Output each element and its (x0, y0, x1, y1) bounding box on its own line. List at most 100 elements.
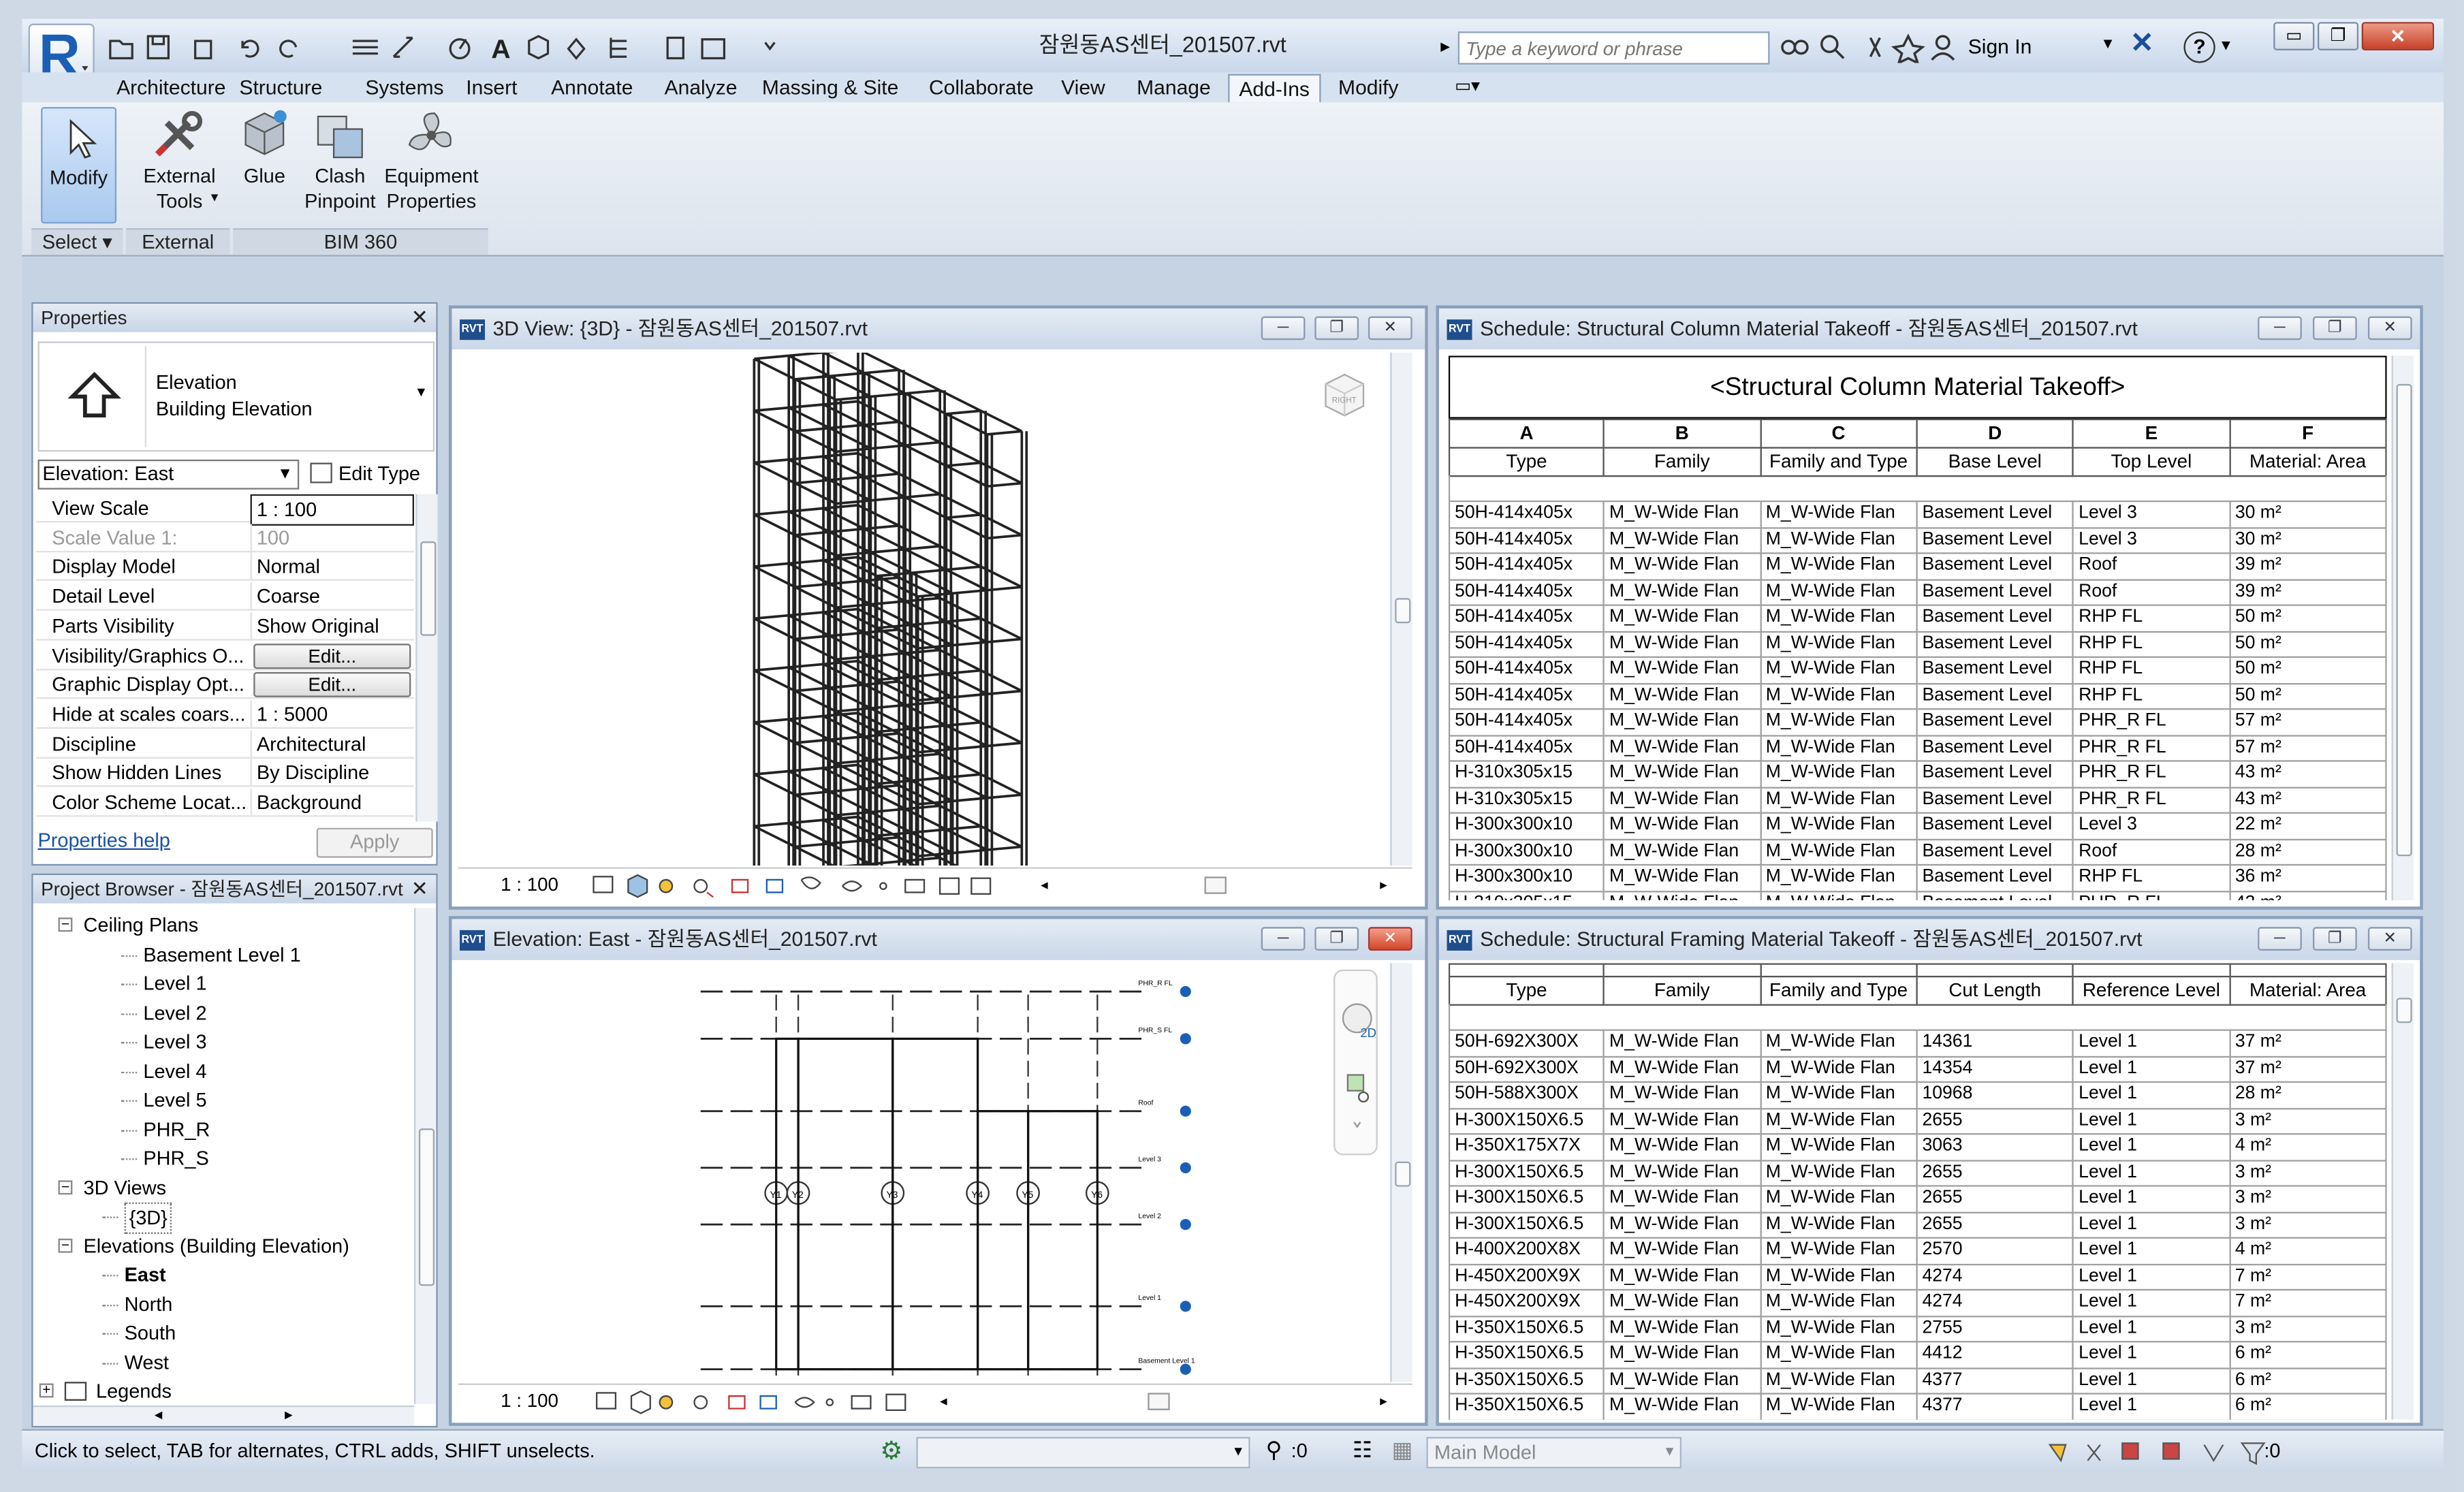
browser-hscrollbar[interactable]: ◂ ▸ (33, 1405, 415, 1426)
table-row[interactable]: H-350X150X6.5 M_W-Wide Flan M_W-Wide Flan 2… (1448, 1315, 2387, 1343)
table-row[interactable]: 50H-414x405x M_W-Wide Flan M_W-Wide Flan Ba… (1448, 526, 2387, 554)
elevation-restore-button[interactable]: ❐ (1314, 927, 1359, 951)
property-value[interactable]: Normal (250, 553, 414, 582)
table-cell[interactable]: 50H-414x405x (1448, 500, 1605, 528)
table-cell[interactable]: Basement Level (1916, 630, 2074, 658)
table-cell[interactable]: M_W-Wide Flan (1759, 1185, 1918, 1213)
table-row[interactable]: H-300X150X6.5 M_W-Wide Flan M_W-Wide Flan 2… (1448, 1107, 2387, 1135)
property-edit-button[interactable]: Edit... (253, 643, 411, 669)
table-row[interactable]: H-300x300x10 M_W-Wide Flan M_W-Wide Flan Ba… (1448, 838, 2387, 866)
elevation-control-icons[interactable] (594, 1390, 956, 1415)
tab-insert[interactable]: Insert (456, 74, 526, 103)
table-cell[interactable]: H-300x300x10 (1448, 812, 1605, 840)
table-cell[interactable]: M_W-Wide Flan (1602, 1081, 1761, 1109)
table-cell[interactable]: PHR_R FL (2072, 786, 2230, 814)
table-cell[interactable]: M_W-Wide Flan (1759, 786, 1918, 814)
column-header[interactable]: Family and Type (1759, 975, 1918, 1006)
view-cube[interactable]: RIGHT (1321, 371, 1368, 418)
table-cell[interactable]: 50H-414x405x (1448, 734, 1605, 762)
table-cell[interactable]: PHR_R FL (2072, 708, 2230, 736)
table-cell[interactable]: H-450X200X9X (1448, 1263, 1605, 1291)
table-cell[interactable]: M_W-Wide Flan (1602, 863, 1761, 892)
table-cell[interactable]: H-300X150X6.5 (1448, 1211, 1605, 1239)
table-cell[interactable]: M_W-Wide Flan (1602, 1029, 1761, 1057)
table-cell[interactable]: M_W-Wide Flan (1602, 1133, 1761, 1161)
table-cell[interactable]: Basement Level (1916, 838, 2074, 866)
properties-help-link[interactable]: Properties help (37, 829, 170, 851)
table-cell[interactable]: M_W-Wide Flan (1759, 1029, 1918, 1057)
property-edit-button[interactable]: Edit... (253, 672, 411, 698)
property-row[interactable]: Color Scheme Locat... Background (36, 788, 415, 817)
table-cell[interactable]: H-310x305x15 (1448, 760, 1605, 788)
table-cell[interactable]: Level 1 (2072, 1341, 2230, 1369)
table-cell[interactable]: M_W-Wide Flan (1759, 1081, 1918, 1109)
table-cell[interactable]: Level 3 (2072, 812, 2230, 840)
table-cell[interactable]: Level 1 (2072, 1211, 2230, 1239)
view-3d-restore-button[interactable]: ❐ (1314, 316, 1359, 340)
table-cell[interactable]: 2655 (1916, 1159, 2074, 1187)
column-schedule-body[interactable]: <Structural Column Material Takeoff> ABC… (1448, 355, 2387, 901)
instance-selector[interactable]: Elevation: East ▼ (37, 459, 300, 490)
table-cell[interactable]: M_W-Wide Flan (1759, 526, 1918, 554)
table-cell[interactable]: M_W-Wide Flan (1759, 708, 1918, 736)
table-cell[interactable]: 28 m² (2228, 1081, 2387, 1109)
elevation-close-button[interactable]: ✕ (1368, 927, 1412, 951)
table-cell[interactable]: Level 1 (2072, 1107, 2230, 1135)
property-row[interactable]: Discipline Architectural (36, 729, 415, 759)
table-cell[interactable]: M_W-Wide Flan (1759, 1288, 1918, 1317)
column-header[interactable]: Reference Level (2072, 975, 2230, 1006)
table-cell[interactable]: H-350X150X6.5 (1448, 1341, 1605, 1369)
column-header[interactable]: Material: Area (2228, 975, 2387, 1006)
table-cell[interactable]: 7 m² (2228, 1288, 2387, 1317)
table-cell[interactable]: M_W-Wide Flan (1602, 656, 1761, 684)
sign-in-dropdown-icon[interactable]: ▾ (2104, 33, 2113, 54)
table-cell[interactable]: 50H-692X300X (1448, 1029, 1605, 1057)
table-row[interactable]: 50H-414x405x M_W-Wide Flan M_W-Wide Flan Ba… (1448, 708, 2387, 736)
property-value[interactable]: Background (250, 788, 414, 817)
table-cell[interactable]: 57 m² (2228, 708, 2387, 736)
table-cell[interactable]: 57 m² (2228, 734, 2387, 762)
worksets-icon[interactable]: ⚙ (880, 1435, 902, 1467)
modify-button[interactable]: Modify (41, 107, 117, 224)
table-row[interactable]: 50H-588X300X M_W-Wide Flan M_W-Wide Flan 10… (1448, 1081, 2387, 1109)
restore-app-button[interactable]: ❐ (2317, 22, 2359, 50)
table-cell[interactable]: M_W-Wide Flan (1759, 838, 1918, 866)
level-head-icon[interactable] (1180, 1033, 1191, 1045)
ribbon-minimize-icon[interactable]: ▭▾ (1455, 76, 1480, 96)
table-row[interactable]: H-300X150X6.5 M_W-Wide Flan M_W-Wide Flan 2… (1448, 1185, 2387, 1213)
table-cell[interactable]: PHR_R FL (2072, 734, 2230, 762)
table-cell[interactable]: 2755 (1916, 1315, 2074, 1343)
table-cell[interactable]: H-350X150X6.5 (1448, 1315, 1605, 1343)
table-cell[interactable]: 2655 (1916, 1211, 2074, 1239)
property-row[interactable]: Show Hidden Lines By Discipline (36, 759, 415, 788)
table-cell[interactable]: M_W-Wide Flan (1602, 526, 1761, 554)
level-head-icon[interactable] (1180, 1105, 1191, 1117)
table-cell[interactable]: Basement Level (1916, 604, 2074, 632)
browser-scrollbar[interactable] (414, 908, 437, 1404)
elevation-canvas[interactable]: PHR_R FL PHR_S FL Roof Level 3 Level 2 Level … (458, 963, 1391, 1382)
view-3d-vscrollbar[interactable] (1390, 352, 1412, 866)
property-value[interactable]: Coarse (250, 582, 414, 611)
table-cell[interactable]: 43 m² (2228, 786, 2387, 814)
search-input[interactable] (1459, 33, 1759, 63)
table-cell[interactable]: M_W-Wide Flan (1759, 1159, 1918, 1187)
tab-massing-site[interactable]: Massing & Site (753, 74, 908, 103)
property-row[interactable]: Parts Visibility Show Original (36, 612, 415, 641)
help-dropdown-icon[interactable]: ▾ (2222, 35, 2230, 55)
table-cell[interactable]: 3 m² (2228, 1159, 2387, 1187)
table-cell[interactable]: M_W-Wide Flan (1759, 1263, 1918, 1291)
table-cell[interactable]: 50H-414x405x (1448, 604, 1605, 632)
table-cell[interactable]: H-350X150X6.5 (1448, 1367, 1605, 1395)
table-cell[interactable]: M_W-Wide Flan (1602, 786, 1761, 814)
view-3d-hscrollbar[interactable]: ◂ ▸ (1041, 875, 1387, 895)
table-cell[interactable]: 3 m² (2228, 1185, 2387, 1213)
table-row[interactable]: H-350X175X7X M_W-Wide Flan M_W-Wide Flan 30… (1448, 1133, 2387, 1161)
table-cell[interactable]: Level 1 (2072, 1055, 2230, 1083)
table-cell[interactable]: Basement Level (1916, 656, 2074, 684)
table-cell[interactable]: M_W-Wide Flan (1759, 578, 1918, 606)
table-cell[interactable]: M_W-Wide Flan (1759, 1107, 1918, 1135)
tree-toggle-icon[interactable]: − (58, 1237, 73, 1252)
close-app-button[interactable]: ✕ (2361, 22, 2435, 50)
table-cell[interactable]: Roof (2072, 578, 2230, 606)
property-value[interactable]: 1 : 5000 (250, 700, 414, 729)
